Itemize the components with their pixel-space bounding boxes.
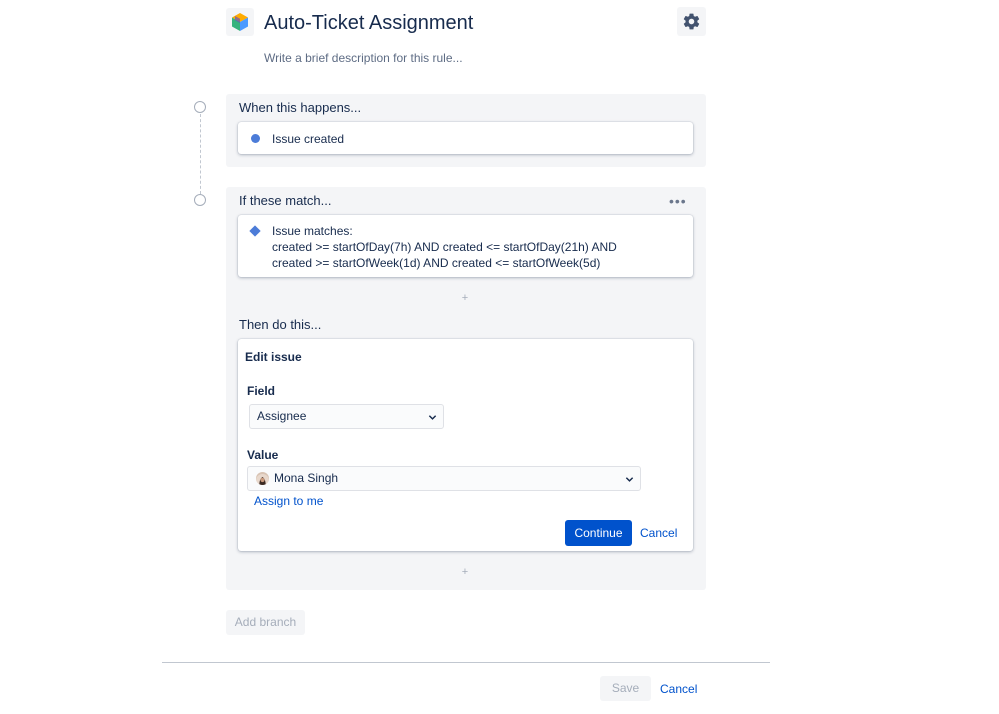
trigger-card[interactable]: Issue created [238,122,693,154]
chevron-down-icon [428,415,437,420]
avatar [256,472,269,485]
cancel-edit-button[interactable]: Cancel [640,525,677,541]
field-select[interactable]: Assignee [249,404,444,429]
trigger-label: Issue created [272,132,345,146]
rule-description-input[interactable]: Write a brief description for this rule.… [264,50,463,66]
continue-button[interactable]: Continue [565,520,632,546]
timeline-connector [200,114,201,194]
value-label: Value [247,448,279,462]
timeline-node-condition [194,194,206,206]
field-label: Field [247,384,276,398]
assignee-select-value: Mona Singh [274,471,339,485]
condition-line-3: created >= startOfWeek(1d) AND created <… [272,256,601,270]
cancel-rule-button[interactable]: Cancel [660,681,697,697]
edit-issue-title: Edit issue [245,350,302,364]
automation-cube-icon [226,8,254,36]
assign-to-me-link[interactable]: Assign to me [254,493,323,509]
rule-editor-page: Auto-Ticket Assignment Write a brief des… [0,0,999,714]
footer-divider [162,662,770,663]
condition-line-1: Issue matches: [272,224,353,238]
condition-line-2: created >= startOfDay(7h) AND created <=… [272,240,617,254]
trigger-dot-icon [251,134,260,143]
condition-card[interactable]: Issue matches: created >= startOfDay(7h)… [238,215,693,277]
add-branch-button[interactable]: Add branch [226,610,305,635]
chevron-down-icon [625,477,634,482]
more-horizontal-icon[interactable]: ••• [669,194,687,208]
assignee-select[interactable]: Mona Singh [247,466,641,491]
action-heading: Then do this... [239,317,322,332]
timeline-node-trigger [194,101,206,113]
trigger-heading: When this happens... [239,100,362,115]
condition-diamond-icon [249,225,261,237]
rule-title[interactable]: Auto-Ticket Assignment [264,10,473,36]
settings-button[interactable] [677,7,706,36]
gear-icon [683,13,700,30]
edit-issue-card: Edit issue Field Assignee Value Mona Sin… [238,339,693,551]
save-button[interactable]: Save [600,676,651,701]
field-select-value: Assignee [257,409,307,423]
add-component-button[interactable]: + [459,292,471,304]
condition-heading: If these match... [239,193,332,208]
add-action-button[interactable]: + [459,566,471,578]
